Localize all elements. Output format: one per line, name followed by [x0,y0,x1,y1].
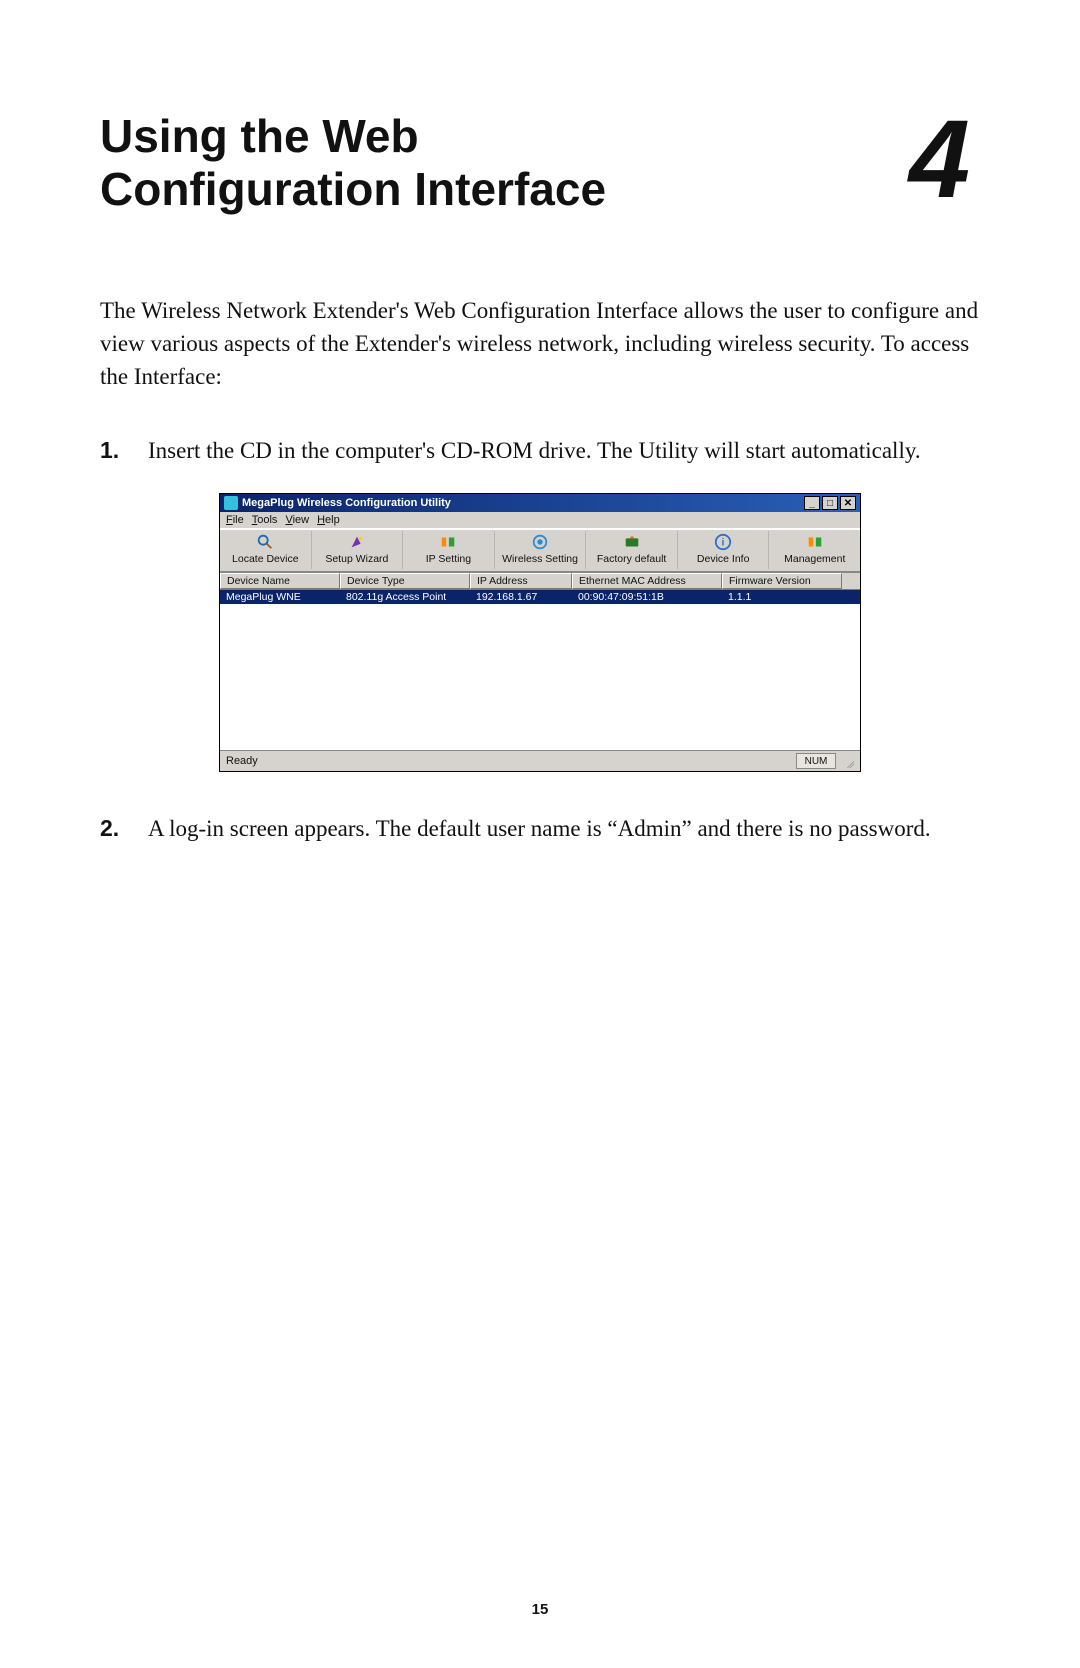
ip-setting-icon [439,533,457,551]
intro-paragraph: The Wireless Network Extender's Web Conf… [100,294,980,394]
tool-locate-device[interactable]: Locate Device [220,531,312,569]
minimize-button[interactable]: _ [804,496,820,510]
utility-window: MegaPlug Wireless Configuration Utility … [219,493,861,772]
column-header[interactable]: IP Address [470,573,572,589]
menu-view[interactable]: View [285,514,309,526]
window-controls: _ □ ✕ [804,496,856,510]
step-text: A log-in screen appears. The default use… [148,812,980,845]
step-text: Insert the CD in the computer's CD-ROM d… [148,434,980,467]
info-icon: i [714,533,732,551]
chapter-title-line2: Configuration Interface [100,163,606,215]
cell-device-name: MegaPlug WNE [220,590,340,604]
device-list[interactable]: MegaPlug WNE 802.11g Access Point 192.16… [220,589,860,750]
column-header[interactable]: Ethernet MAC Address [572,573,722,589]
app-icon [224,496,238,510]
tool-ip-setting[interactable]: IP Setting [403,531,495,569]
cell-device-type: 802.11g Access Point [340,590,470,604]
tool-label: Device Info [697,553,750,565]
management-icon [806,533,824,551]
tool-management[interactable]: Management [769,531,860,569]
chapter-heading: Using the Web Configuration Interface 4 [100,110,980,216]
wireless-icon [531,533,549,551]
step-number: 1. [100,434,128,467]
tool-label: Wireless Setting [502,553,578,565]
cell-ip-address: 192.168.1.67 [470,590,572,604]
tool-label: IP Setting [426,553,471,565]
step-2: 2. A log-in screen appears. The default … [100,812,980,845]
menu-help[interactable]: Help [317,514,340,526]
tool-label: Setup Wizard [325,553,388,565]
menu-tools[interactable]: Tools [252,514,278,526]
tool-label: Factory default [597,553,666,565]
chapter-number: 4 [909,110,970,209]
titlebar: MegaPlug Wireless Configuration Utility … [220,494,860,512]
wizard-icon [348,533,366,551]
menubar: File Tools View Help [220,512,860,528]
status-text: Ready [226,755,258,767]
maximize-button[interactable]: □ [822,496,838,510]
svg-text:i: i [722,538,725,549]
table-row[interactable]: MegaPlug WNE 802.11g Access Point 192.16… [220,590,860,604]
tool-label: Management [784,553,845,565]
page-number: 15 [0,1601,1080,1618]
tool-device-info[interactable]: i Device Info [678,531,770,569]
resize-grip[interactable] [840,754,854,768]
column-header[interactable]: Firmware Version [722,573,842,589]
step-number: 2. [100,812,128,845]
close-button[interactable]: ✕ [840,496,856,510]
tool-label: Locate Device [232,553,299,565]
num-lock-indicator: NUM [796,753,836,769]
cell-firmware: 1.1.1 [722,590,842,604]
tool-wireless-setting[interactable]: Wireless Setting [495,531,587,569]
statusbar: Ready NUM [220,750,860,771]
toolbar: Locate Device Setup Wizard IP Setting [220,528,860,572]
tool-setup-wizard[interactable]: Setup Wizard [312,531,404,569]
magnifier-icon [256,533,274,551]
chapter-title: Using the Web Configuration Interface [100,110,606,216]
menu-file[interactable]: File [226,514,244,526]
tool-factory-default[interactable]: Factory default [586,531,678,569]
factory-default-icon [623,533,641,551]
column-header[interactable]: Device Name [220,573,340,589]
column-header[interactable]: Device Type [340,573,470,589]
chapter-title-line1: Using the Web [100,110,419,162]
list-header: Device Name Device Type IP Address Ether… [220,572,860,589]
cell-mac-address: 00:90:47:09:51:1B [572,590,722,604]
window-title: MegaPlug Wireless Configuration Utility [242,497,451,509]
step-1: 1. Insert the CD in the computer's CD-RO… [100,434,980,467]
screenshot-container: MegaPlug Wireless Configuration Utility … [100,493,980,772]
